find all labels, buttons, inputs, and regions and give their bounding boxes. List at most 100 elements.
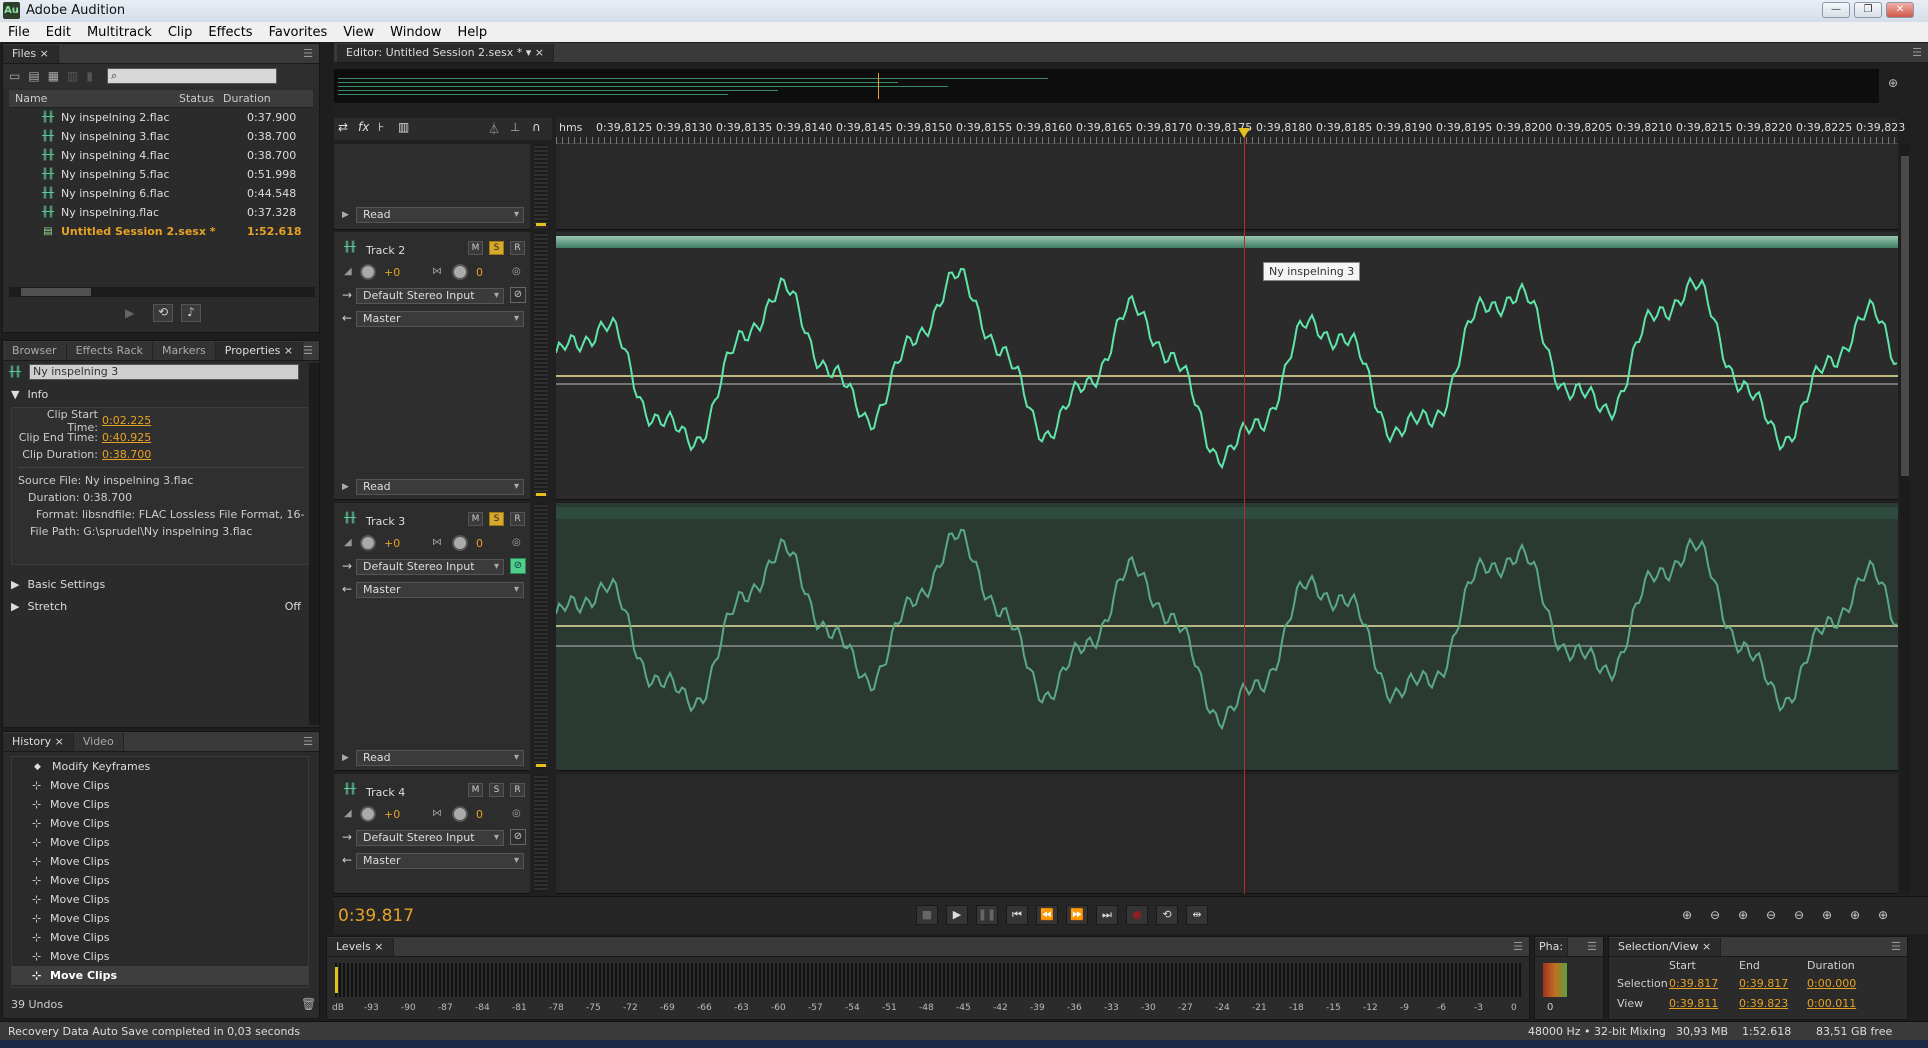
solo-button[interactable]: S bbox=[489, 241, 504, 255]
track-2-lane[interactable]: Ny inspelning 3 bbox=[556, 232, 1898, 500]
loop-button[interactable]: ⟲ bbox=[1156, 905, 1178, 925]
pan-knob[interactable] bbox=[452, 806, 468, 822]
monitor-input-icon[interactable]: ⊘ bbox=[510, 829, 526, 845]
clip-header[interactable] bbox=[556, 507, 1898, 519]
close-button[interactable]: ✕ bbox=[1886, 2, 1914, 18]
zoom-in-end-icon[interactable]: ⊕ bbox=[1844, 905, 1866, 925]
stereo-icon[interactable]: ◎ bbox=[512, 808, 521, 819]
monitor-input-icon[interactable]: ⊘ bbox=[510, 287, 526, 303]
volume-knob[interactable] bbox=[360, 264, 376, 280]
mute-button[interactable]: M bbox=[468, 512, 483, 526]
clip-header[interactable] bbox=[556, 236, 1898, 248]
chevron-right-icon[interactable]: ▶ bbox=[342, 753, 349, 763]
basic-settings-header[interactable]: ▶ Basic Settings bbox=[3, 573, 319, 595]
panel-menu-icon[interactable]: ☰ bbox=[1891, 940, 1901, 953]
input-icon[interactable]: ⊥ bbox=[510, 120, 520, 134]
fx-icon[interactable]: fx bbox=[358, 120, 369, 134]
fast-forward-button[interactable]: ⏩ bbox=[1066, 905, 1088, 925]
list-item[interactable]: ⊹ Move Clips bbox=[12, 871, 308, 890]
record-transport-button[interactable]: ● bbox=[1126, 905, 1148, 925]
record-button[interactable]: R bbox=[510, 512, 525, 526]
track-1-lane[interactable] bbox=[556, 144, 1898, 230]
mute-button[interactable]: M bbox=[468, 241, 483, 255]
selection-start[interactable]: 0:39.817 bbox=[1669, 977, 1718, 990]
volume-value[interactable]: +0 bbox=[384, 537, 400, 550]
zoom-in-time-icon[interactable]: ⊕ bbox=[1732, 905, 1754, 925]
eq-icon[interactable]: ▥ bbox=[398, 120, 409, 134]
zoom-tracks-icon[interactable]: ⊕ bbox=[1872, 905, 1894, 925]
clip-end-value[interactable]: 0:40.925 bbox=[102, 431, 151, 444]
selection-end[interactable]: 0:39.817 bbox=[1739, 977, 1788, 990]
list-item-current[interactable]: ⊹ Move Clips bbox=[12, 966, 308, 985]
menu-effects[interactable]: Effects bbox=[200, 25, 260, 40]
track-name[interactable]: Track 2 bbox=[366, 244, 405, 257]
headphone-icon[interactable]: ∩ bbox=[532, 120, 541, 134]
send-icon[interactable]: ⊦ bbox=[378, 120, 384, 134]
view-start[interactable]: 0:39.811 bbox=[1669, 997, 1718, 1010]
tab-phase[interactable]: Pha: bbox=[1535, 938, 1569, 956]
list-item[interactable]: ⊹ Move Clips bbox=[12, 890, 308, 909]
tab-files[interactable]: Files × bbox=[3, 45, 59, 63]
list-item[interactable]: ╫╫ Ny inspelning 4.flac 0:38.700 bbox=[9, 146, 319, 165]
list-item[interactable]: ⊹ Move Clips bbox=[12, 852, 308, 871]
automation-mode-select[interactable]: Read bbox=[356, 750, 524, 766]
chevron-right-icon[interactable]: ▶ bbox=[342, 210, 349, 220]
menu-multitrack[interactable]: Multitrack bbox=[79, 25, 160, 40]
files-hscrollbar[interactable] bbox=[9, 287, 315, 297]
stereo-icon[interactable]: ◎ bbox=[512, 537, 521, 548]
output-select[interactable]: Master bbox=[356, 582, 524, 598]
scroll-thumb[interactable] bbox=[1901, 156, 1909, 476]
zoom-out-amplitude-icon[interactable]: ⊖ bbox=[1704, 905, 1726, 925]
output-select[interactable]: Master bbox=[356, 853, 524, 869]
tab-editor[interactable]: Editor: Untitled Session 2.sesx * ▾ × bbox=[337, 44, 555, 62]
mute-button[interactable]: M bbox=[468, 783, 483, 797]
list-item[interactable]: ⊹ Move Clips bbox=[12, 909, 308, 928]
tab-properties[interactable]: Properties × bbox=[215, 342, 304, 360]
automation-mode-select[interactable]: Read bbox=[356, 207, 524, 223]
play-button[interactable]: ▶ bbox=[946, 905, 968, 925]
minimize-button[interactable]: — bbox=[1822, 2, 1850, 18]
panel-menu-icon[interactable]: ☰ bbox=[303, 344, 313, 357]
zoom-out-time-icon[interactable]: ⊖ bbox=[1760, 905, 1782, 925]
overview-strip[interactable] bbox=[334, 69, 1879, 103]
panel-menu-icon[interactable]: ☰ bbox=[1587, 940, 1597, 953]
volume-knob[interactable] bbox=[360, 806, 376, 822]
tab-selection-view[interactable]: Selection/View × bbox=[1609, 938, 1722, 956]
volume-value[interactable]: +0 bbox=[384, 808, 400, 821]
menu-window[interactable]: Window bbox=[382, 25, 449, 40]
tab-history[interactable]: History × bbox=[3, 733, 74, 751]
menu-help[interactable]: Help bbox=[449, 25, 495, 40]
solo-button[interactable]: S bbox=[489, 783, 504, 797]
selection-duration[interactable]: 0:00.000 bbox=[1807, 977, 1856, 990]
list-item[interactable]: ⊹ Move Clips bbox=[12, 814, 308, 833]
tab-levels[interactable]: Levels × bbox=[327, 938, 394, 956]
panel-menu-icon[interactable]: ☰ bbox=[1912, 46, 1922, 59]
automation-mode-select[interactable]: Read bbox=[356, 479, 524, 495]
panel-menu-icon[interactable]: ☰ bbox=[1513, 940, 1523, 953]
clip-name-field[interactable]: Ny inspelning 3 bbox=[29, 364, 299, 380]
playhead-marker[interactable] bbox=[1238, 128, 1250, 138]
metronome-icon[interactable]: ⏃ bbox=[488, 120, 500, 137]
list-item[interactable]: ◆ Modify Keyframes bbox=[12, 757, 308, 776]
volume-knob[interactable] bbox=[360, 535, 376, 551]
info-section-header[interactable]: ▼ Info bbox=[3, 383, 319, 405]
col-duration[interactable]: Duration bbox=[223, 92, 271, 105]
switch-icon[interactable]: ⇄ bbox=[338, 120, 348, 134]
editor-vscrollbar[interactable] bbox=[1900, 144, 1910, 894]
tab-markers[interactable]: Markers bbox=[153, 342, 216, 360]
pan-value[interactable]: 0 bbox=[476, 808, 483, 821]
track-4-lane[interactable] bbox=[556, 774, 1898, 894]
menu-file[interactable]: File bbox=[0, 25, 38, 40]
pause-button[interactable]: ❚❚ bbox=[976, 905, 998, 925]
maximize-button[interactable]: ❐ bbox=[1854, 2, 1882, 18]
stereo-icon[interactable]: ◎ bbox=[512, 266, 521, 277]
tab-video[interactable]: Video bbox=[73, 733, 124, 751]
current-time[interactable]: 0:39.817 bbox=[338, 906, 414, 926]
skip-selection-button[interactable]: ⇹ bbox=[1186, 905, 1208, 925]
menu-edit[interactable]: Edit bbox=[38, 25, 79, 40]
track-name[interactable]: Track 4 bbox=[366, 786, 405, 799]
pan-value[interactable]: 0 bbox=[476, 266, 483, 279]
zoom-out-full-icon[interactable]: ⊖ bbox=[1788, 905, 1810, 925]
insert-icon[interactable]: ▥ bbox=[67, 69, 78, 83]
record-button[interactable]: R bbox=[510, 241, 525, 255]
